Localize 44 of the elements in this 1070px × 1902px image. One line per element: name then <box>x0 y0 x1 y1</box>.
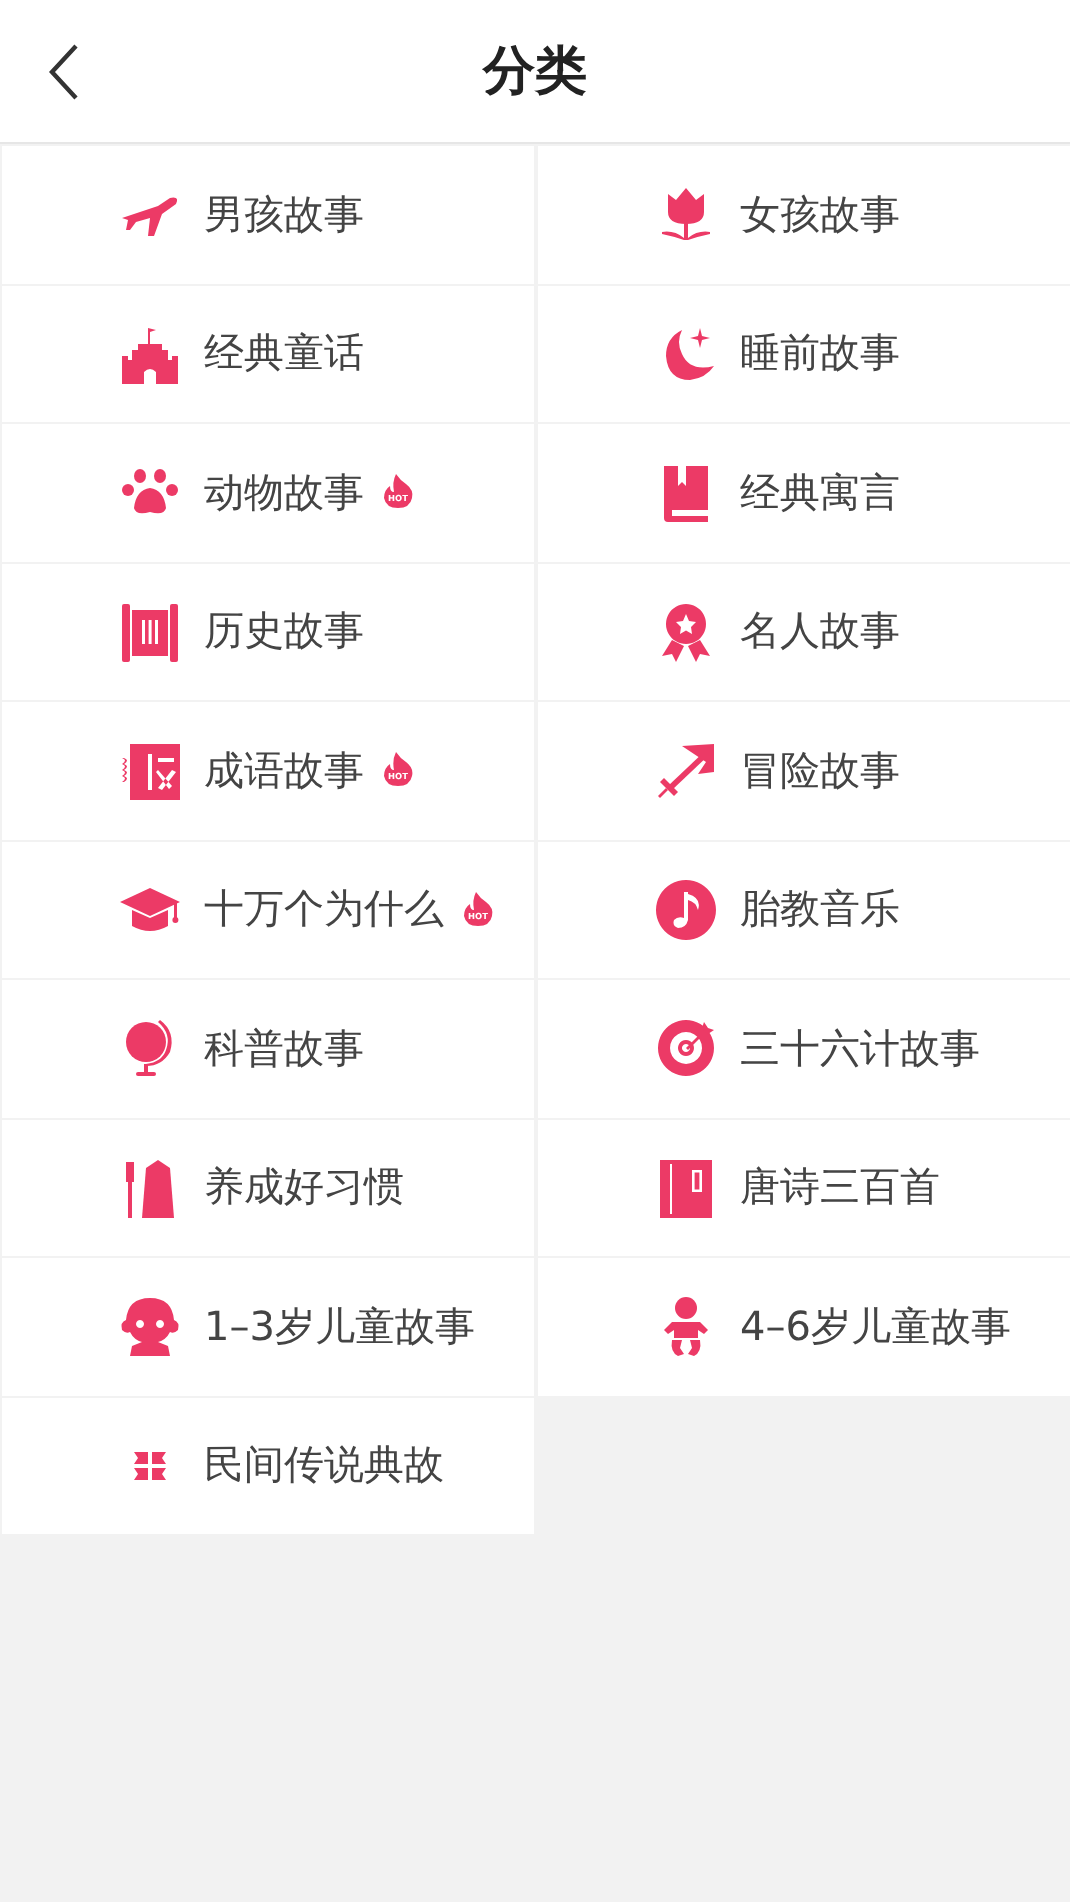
category-label: 成语故事 <box>204 743 364 798</box>
category-item[interactable]: 经典寓言 <box>538 424 1070 561</box>
category-label: 三十六计故事 <box>740 1021 980 1076</box>
back-icon[interactable] <box>48 42 80 102</box>
target-icon <box>654 1016 718 1081</box>
scroll-icon <box>118 599 182 664</box>
category-label: 经典寓言 <box>740 465 900 520</box>
child-icon <box>118 1294 182 1359</box>
category-item[interactable]: 历史故事 <box>2 563 534 700</box>
category-label: 经典童话 <box>204 326 364 381</box>
category-item[interactable]: 养成好习惯 <box>2 1119 534 1256</box>
category-item[interactable]: 4–6岁儿童故事 <box>538 1258 1070 1395</box>
category-item[interactable]: 1–3岁儿童故事 <box>2 1258 534 1395</box>
sword-icon <box>654 738 718 803</box>
category-label: 冒险故事 <box>740 743 900 798</box>
category-label: 唐诗三百首 <box>740 1160 940 1215</box>
category-label: 女孩故事 <box>740 187 900 242</box>
category-item[interactable]: 冒险故事 <box>538 702 1070 839</box>
category-label: 科普故事 <box>204 1021 364 1076</box>
category-label: 4–6岁儿童故事 <box>740 1299 1011 1354</box>
category-item[interactable]: 民间传说典故 <box>2 1397 534 1534</box>
page-title: 分类 <box>483 40 587 106</box>
music-note-icon <box>654 877 718 942</box>
category-item[interactable]: 唐诗三百首 <box>538 1119 1070 1256</box>
category-item[interactable]: 科普故事 <box>2 980 534 1117</box>
category-item[interactable]: 三十六计故事 <box>538 980 1070 1117</box>
category-item[interactable]: 男孩故事 <box>2 146 534 283</box>
category-label: 胎教音乐 <box>740 882 900 937</box>
category-item[interactable]: 经典童话 <box>2 285 534 422</box>
category-item[interactable]: 女孩故事 <box>538 146 1070 283</box>
category-label: 男孩故事 <box>204 187 364 242</box>
stamp-icon <box>118 738 182 803</box>
category-label: 1–3岁儿童故事 <box>204 1299 475 1354</box>
category-label: 民间传说典故 <box>204 1438 444 1493</box>
category-item[interactable]: 睡前故事 <box>538 285 1070 422</box>
notebook-icon <box>654 1155 718 1220</box>
category-item[interactable]: 名人故事 <box>538 563 1070 700</box>
category-label: 动物故事 <box>204 465 364 520</box>
category-label: 睡前故事 <box>740 326 900 381</box>
category-label: 历史故事 <box>204 604 364 659</box>
category-label: 养成好习惯 <box>204 1160 404 1215</box>
category-label: 十万个为什么 <box>204 882 444 937</box>
category-label: 名人故事 <box>740 604 900 659</box>
category-item[interactable]: 胎教音乐 <box>538 841 1070 978</box>
